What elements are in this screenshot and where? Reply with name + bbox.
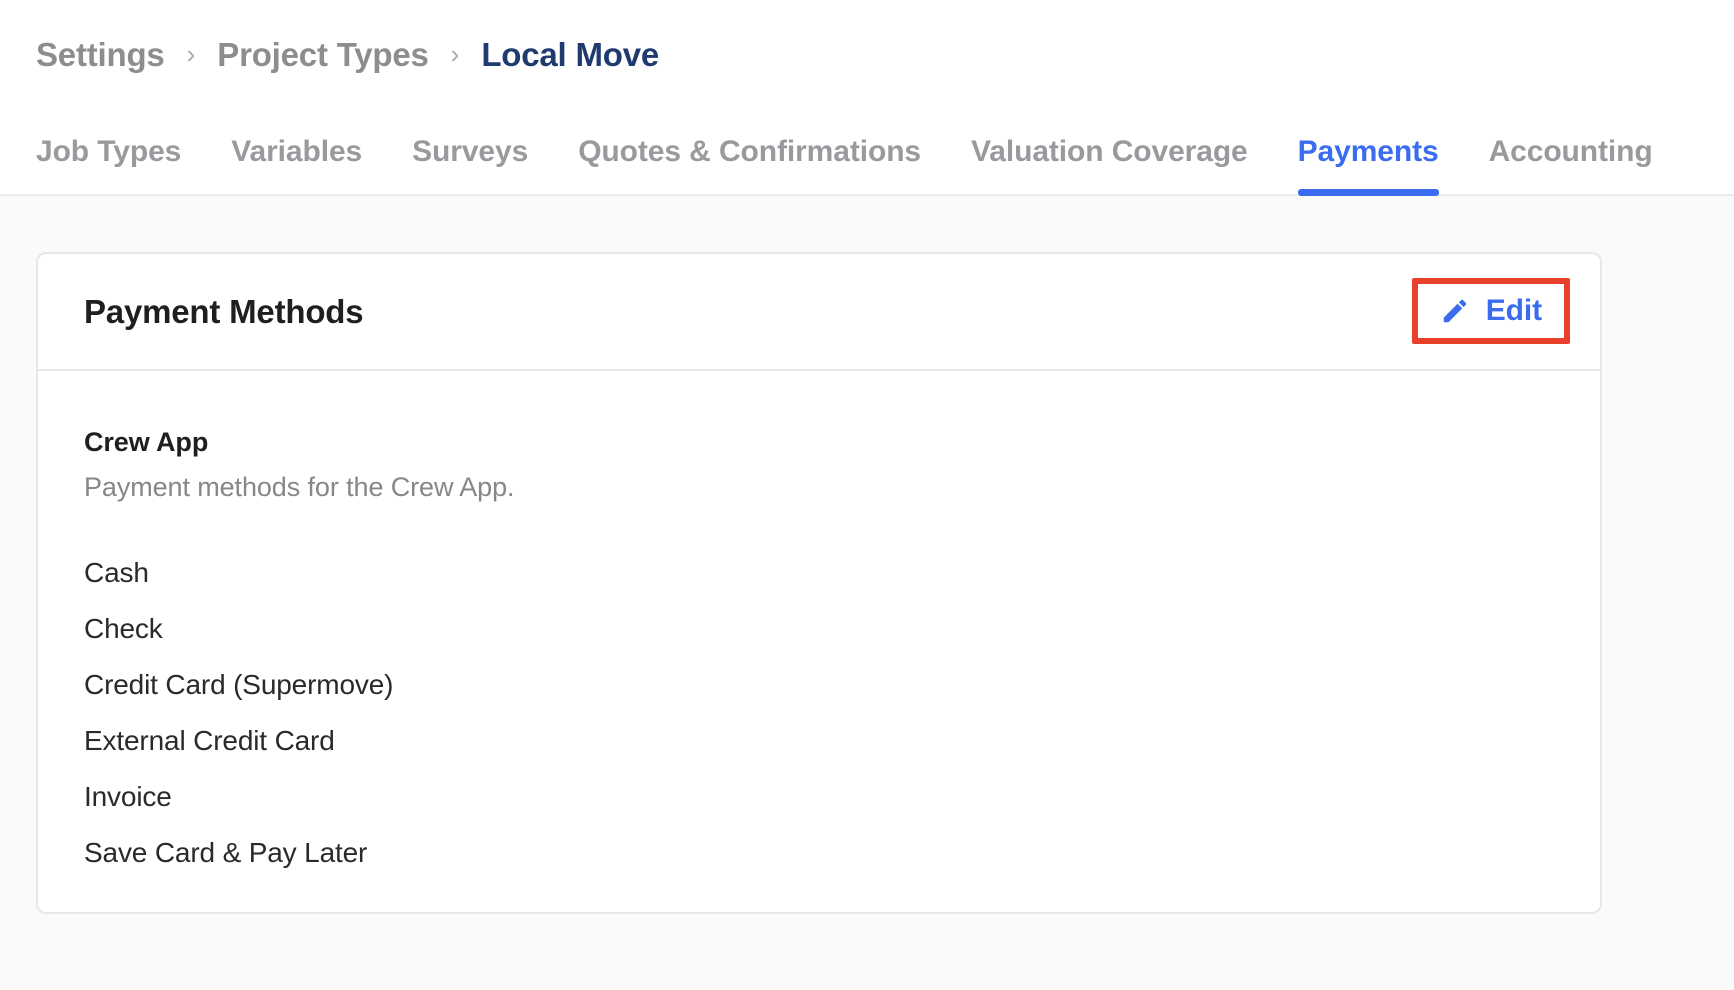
- tab-label: Accounting: [1488, 135, 1653, 168]
- breadcrumb-item-project-types[interactable]: Project Types: [217, 36, 429, 74]
- edit-button-label: Edit: [1485, 294, 1542, 327]
- tab-payments[interactable]: Payments: [1273, 108, 1464, 196]
- edit-button-highlight: Edit: [1411, 278, 1570, 344]
- list-item: Check: [84, 613, 163, 644]
- breadcrumb-item-local-move[interactable]: Local Move: [481, 36, 659, 74]
- tab-label: Valuation Coverage: [971, 135, 1248, 168]
- section-title-crew-app: Crew App: [84, 427, 209, 457]
- edit-button[interactable]: Edit: [1430, 290, 1552, 332]
- breadcrumb-separator-icon: ›: [450, 39, 460, 69]
- tab-label: Surveys: [412, 135, 529, 168]
- pencil-icon: [1443, 299, 1466, 323]
- payment-methods-card: Payment Methods Edit Crew App Payment me…: [36, 252, 1602, 914]
- tab-label: Job Types: [36, 135, 182, 168]
- payment-methods-list: Cash Check Credit Card (Supermove) Exter…: [84, 545, 1554, 881]
- breadcrumb-separator-icon: ›: [186, 39, 196, 69]
- tab-quotes-and-confirmations[interactable]: Quotes & Confirmations: [553, 108, 946, 196]
- tab-bar: Job Types Variables Surveys Quotes & Con…: [0, 108, 1734, 196]
- tab-label: Variables: [231, 135, 363, 168]
- tab-job-types[interactable]: Job Types: [36, 108, 206, 196]
- breadcrumb-item-settings[interactable]: Settings: [36, 36, 165, 74]
- tab-list: Job Types Variables Surveys Quotes & Con…: [36, 108, 1678, 196]
- list-item: Credit Card (Supermove): [84, 669, 394, 700]
- page-content: Payment Methods Edit Crew App Payment me…: [0, 196, 1734, 990]
- list-item: Invoice: [84, 781, 172, 812]
- list-item: External Credit Card: [84, 725, 335, 756]
- tab-label: Payments: [1297, 135, 1439, 168]
- tab-accounting[interactable]: Accounting: [1464, 108, 1678, 196]
- page-title: Payment Methods: [84, 292, 364, 330]
- settings-project-type-page: Settings › Project Types › Local Move Jo…: [0, 0, 1734, 990]
- tab-surveys[interactable]: Surveys: [387, 108, 553, 196]
- breadcrumb: Settings › Project Types › Local Move: [36, 22, 659, 88]
- tab-label: Quotes & Confirmations: [578, 135, 922, 168]
- list-item: Cash: [84, 557, 149, 588]
- section-subtitle: Payment methods for the Crew App.: [84, 472, 515, 502]
- list-item: Save Card & Pay Later: [84, 837, 368, 868]
- card-header: Payment Methods Edit: [38, 254, 1600, 371]
- tab-variables[interactable]: Variables: [206, 108, 387, 196]
- card-body: Crew App Payment methods for the Crew Ap…: [38, 371, 1600, 881]
- tab-valuation-coverage[interactable]: Valuation Coverage: [946, 108, 1273, 196]
